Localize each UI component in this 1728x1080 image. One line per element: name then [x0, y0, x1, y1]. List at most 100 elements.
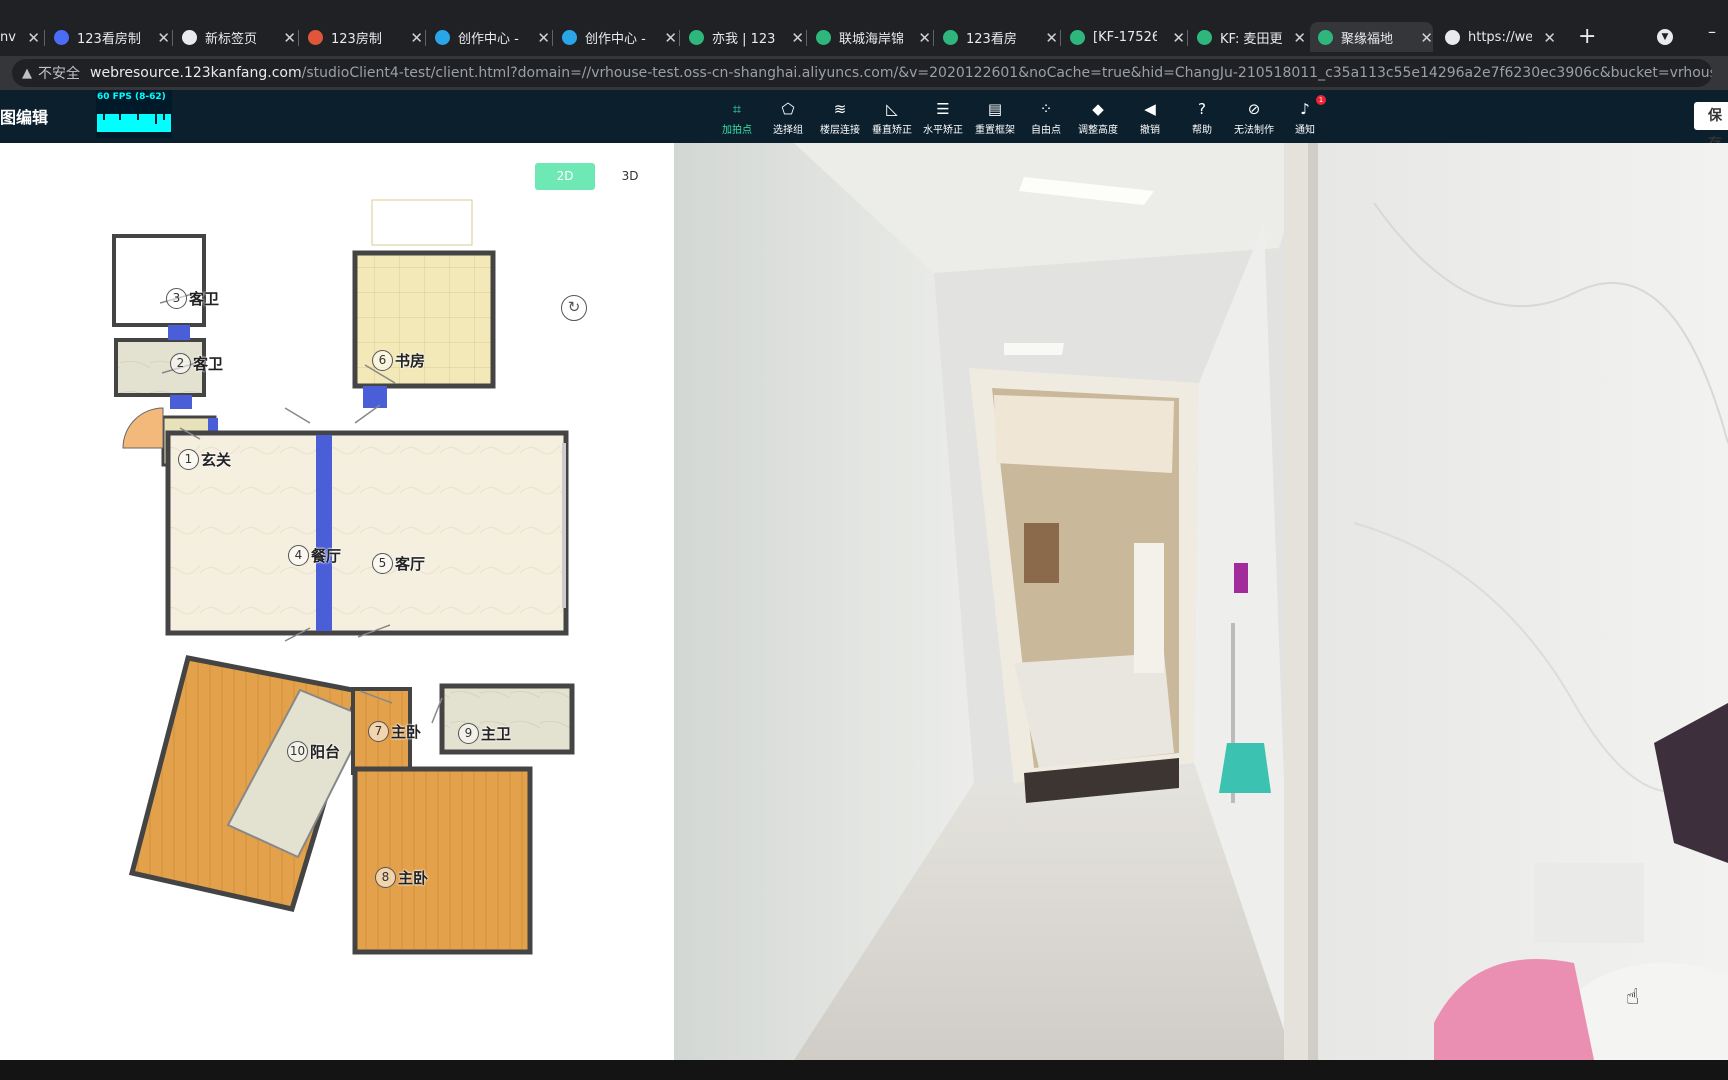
room-number: 7	[368, 721, 389, 742]
room-label-4[interactable]: 4 餐厅	[288, 545, 341, 566]
browser-tab[interactable]: 联城海岸锦 ✕	[808, 22, 931, 52]
toolbar-button-forbidden[interactable]: ⊘ 无法制作	[1227, 100, 1281, 140]
tab-search-icon[interactable]: ▼	[1657, 29, 1673, 45]
room-name: 主卫	[481, 725, 512, 743]
tab-title: 新标签页	[205, 31, 258, 47]
browser-tab[interactable]: KF: 麦田更 ✕	[1189, 22, 1306, 52]
tab-close-icon[interactable]: ✕	[1293, 29, 1306, 47]
tab-title: 聚缘福地	[1341, 31, 1394, 47]
tab-title: nv	[0, 29, 16, 45]
browser-tab-strip: nv ✕ 123看房制 ✕ 新标签页 ✕ 123房制 ✕ 创作中心 - ✕ 创作中心 - ✕ 亦我 | …	[0, 0, 1728, 56]
save-button[interactable]: 保存	[1694, 102, 1728, 152]
toolbar-label: 水平矫正	[923, 125, 963, 136]
toolbar-button-free-point[interactable]: ⁘ 自由点	[1019, 100, 1073, 140]
floorplan-panel: 1 玄关 2 客卫 3 客卫 4 餐厅 5 客厅 6 书房 7 主卧 8 主卧 9 主卫 10 阳台 2D 3D ↻	[0, 143, 674, 1060]
browser-tab[interactable]: 123看房 ✕	[935, 22, 1058, 52]
tab-close-icon[interactable]: ✕	[537, 29, 550, 47]
panorama-viewer[interactable]: ☝	[674, 143, 1728, 1060]
browser-tab[interactable]: 123房制 ✕	[300, 22, 423, 52]
room-number: 8	[375, 867, 396, 888]
room-label-8[interactable]: 8 主卧	[375, 867, 428, 888]
minimize-icon[interactable]: –	[1708, 22, 1716, 41]
room-label-10[interactable]: 10 阳台	[287, 741, 340, 762]
browser-tab[interactable]: nv ✕	[0, 22, 40, 52]
toolbar-button-layers[interactable]: ≋ 楼层连接	[813, 100, 867, 140]
undo-icon: ◀	[1144, 100, 1156, 118]
hand-cursor-icon: ☝	[1626, 985, 1640, 1010]
security-label[interactable]: 不安全	[38, 63, 80, 83]
help-icon: ?	[1198, 100, 1206, 118]
browser-tab[interactable]: https://wel ✕	[1437, 22, 1556, 52]
toolbar-button-camera-add[interactable]: ⌗ 加拍点	[710, 100, 764, 140]
tab-title: 联城海岸锦	[839, 31, 903, 47]
toolbar-button-reset-frame[interactable]: ▤ 重置框架	[968, 100, 1022, 140]
warning-icon[interactable]: ▲	[22, 66, 32, 81]
tab-separator	[679, 30, 680, 46]
tab-close-icon[interactable]: ✕	[1172, 29, 1185, 47]
tab-title: 创作中心 -	[458, 31, 519, 47]
toolbar-button-undo[interactable]: ◀ 撤销	[1123, 100, 1177, 140]
room-name: 客卫	[193, 355, 224, 373]
select-group-icon: ⬠	[781, 100, 795, 118]
tab-favicon-icon	[1070, 29, 1085, 45]
fps-monitor: 60 FPS (8-62)	[96, 90, 172, 138]
browser-tab[interactable]: 创作中心 - ✕	[427, 22, 550, 52]
reset-frame-icon: ▤	[987, 100, 1003, 118]
tab-close-icon[interactable]: ✕	[1420, 29, 1433, 47]
toolbar-button-level-lines[interactable]: ☰ 水平矫正	[916, 100, 970, 140]
new-tab-button[interactable]: +	[1578, 24, 1596, 49]
toolbar-button-ruler[interactable]: ◆ 调整高度	[1071, 100, 1125, 140]
room-name: 阳台	[310, 743, 341, 761]
tab-close-icon[interactable]: ✕	[283, 29, 296, 47]
toolbar-label: 楼层连接	[820, 125, 860, 136]
tab-separator	[172, 30, 173, 46]
browser-tab[interactable]: 创作中心 - ✕	[554, 22, 677, 52]
room-label-9[interactable]: 9 主卫	[458, 723, 511, 744]
level-lines-icon: ☰	[936, 100, 950, 118]
room-label-5[interactable]: 5 客厅	[372, 553, 425, 574]
room-number: 3	[166, 288, 187, 309]
browser-tab[interactable]: [KF-17526] ✕	[1062, 22, 1185, 52]
room-label-3[interactable]: 3 客卫	[166, 288, 219, 309]
camera-add-icon: ⌗	[732, 100, 742, 118]
room-name: 书房	[395, 352, 426, 370]
browser-tab[interactable]: 聚缘福地 ✕	[1310, 22, 1433, 52]
tab-close-icon[interactable]: ✕	[27, 29, 40, 47]
tab-title: 亦我 | 123	[712, 31, 776, 47]
panorama-image	[674, 143, 1728, 1060]
tab-close-icon[interactable]: ✕	[1543, 29, 1556, 47]
toolbar-label: 撤销	[1140, 125, 1160, 136]
tab-close-icon[interactable]: ✕	[791, 29, 804, 47]
browser-tab[interactable]: 123看房制 ✕	[46, 22, 170, 52]
tab-close-icon[interactable]: ✕	[1045, 29, 1058, 47]
url-field[interactable]: ▲ 不安全 webresource.123kanfang.com /studio…	[12, 59, 1712, 87]
tab-close-icon[interactable]: ✕	[664, 29, 677, 47]
room-number: 1	[178, 449, 199, 470]
room-label-7[interactable]: 7 主卧	[368, 721, 421, 742]
toolbar-button-select-group[interactable]: ⬠ 选择组	[761, 100, 815, 140]
browser-tab[interactable]: 新标签页 ✕	[174, 22, 296, 52]
mode-3d-button[interactable]: 3D	[600, 163, 660, 190]
toolbar-button-bell[interactable]: ♪ 通知	[1278, 100, 1332, 140]
room-label-1[interactable]: 1 玄关	[178, 449, 231, 470]
room-number: 10	[287, 741, 308, 762]
triangle-ruler-icon: ◺	[886, 100, 898, 118]
toolbar-label: 调整高度	[1078, 125, 1118, 136]
tab-close-icon[interactable]: ✕	[410, 29, 423, 47]
tab-favicon-icon	[308, 29, 323, 45]
mode-2d-button[interactable]: 2D	[535, 163, 595, 190]
room-label-6[interactable]: 6 书房	[372, 350, 425, 371]
tab-favicon-icon	[1197, 29, 1212, 45]
room-8-bedroom	[352, 766, 533, 955]
room-number: 4	[288, 545, 309, 566]
browser-tab[interactable]: 亦我 | 123 ✕	[681, 22, 804, 52]
toolbar-button-triangle-ruler[interactable]: ◺ 垂直矫正	[865, 100, 919, 140]
tab-favicon-icon	[54, 29, 69, 45]
room-name: 主卧	[398, 869, 429, 887]
tab-close-icon[interactable]: ✕	[157, 29, 170, 47]
room-number: 5	[372, 553, 393, 574]
room-label-2[interactable]: 2 客卫	[170, 353, 223, 374]
tab-close-icon[interactable]: ✕	[918, 29, 931, 47]
toolbar-button-help[interactable]: ? 帮助	[1175, 100, 1229, 140]
rotate-icon[interactable]: ↻	[561, 295, 587, 321]
